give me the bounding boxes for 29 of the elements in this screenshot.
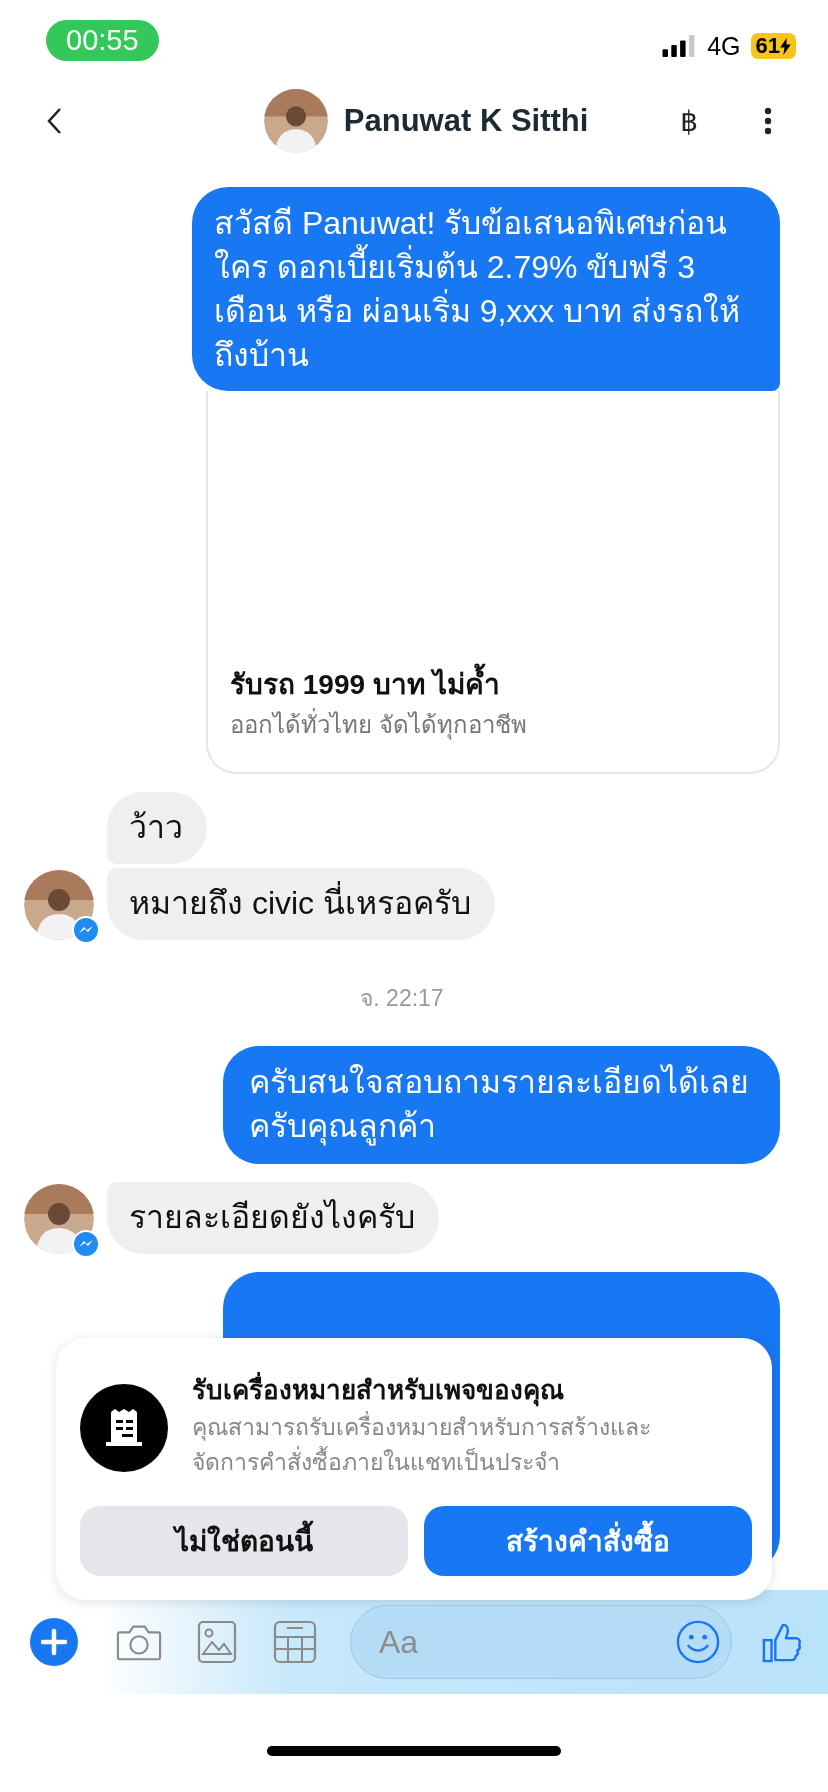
bolt-icon <box>780 37 791 55</box>
timestamp: จ. 22:17 <box>359 984 445 1013</box>
message-field[interactable]: Aa <box>350 1605 732 1679</box>
prompt-title: รับเครื่องหมายสำหรับเพจของคุณ <box>192 1370 682 1410</box>
message-bubble: ว้าว <box>107 792 207 864</box>
battery-percent: 61 <box>755 33 780 59</box>
avatar[interactable] <box>263 89 328 153</box>
link-card[interactable]: รับรถ 1999 บาท ไม่ค้ำ ออกได้ทั่วไทย จัดได้ทุกอาชีพ <box>206 391 780 774</box>
messenger-badge-icon <box>72 1230 100 1258</box>
receipt-icon <box>80 1384 168 1472</box>
create-order-button[interactable]: สร้างคำสั่งซื้อ <box>424 1506 752 1576</box>
emoji-icon[interactable] <box>676 1620 720 1664</box>
message-bubble: สวัสดี Panuwat! รับข้อเสนอพิเศษก่อนใคร ดอกเบี้ยเริ่มต้น 2.79% ขับฟรี 3 เดือน หรือ ผ่อนเริ่ม 9,xxx บาท ส่งรถให้ถึงบ้าน <box>192 187 780 391</box>
prompt-text: คุณสามารถรับเครื่องหมายสำหรับการสร้างและจัดการคำสั่งซื้อภายในแชทเป็นประจำ <box>192 1410 682 1480</box>
more-icon[interactable] <box>764 107 772 135</box>
clock-time: 00:55 <box>46 19 159 61</box>
card-subtitle: ออกได้ทั่วไทย จัดได้ทุกอาชีพ <box>230 704 756 746</box>
message-bubble: รายละเอียดยังไงครับ <box>107 1182 439 1254</box>
not-now-button[interactable]: ไม่ใช่ตอนนี้ <box>80 1506 408 1576</box>
thumbs-up-icon[interactable] <box>762 1621 802 1663</box>
message-bubble: ครับสนใจสอบถามรายละเอียดได้เลยครับคุณลูกค้า <box>223 1046 780 1164</box>
contact-name[interactable]: Panuwat K Sitthi <box>343 103 589 139</box>
back-icon[interactable] <box>46 106 62 136</box>
table-icon[interactable] <box>272 1620 318 1664</box>
network-label: 4G <box>707 31 741 61</box>
message-bubble: หมายถึง civic นี่เหรอครับ <box>107 868 495 940</box>
plus-icon[interactable] <box>30 1618 78 1666</box>
currency-button[interactable]: ฿ <box>680 104 698 138</box>
messenger-badge-icon <box>72 916 100 944</box>
